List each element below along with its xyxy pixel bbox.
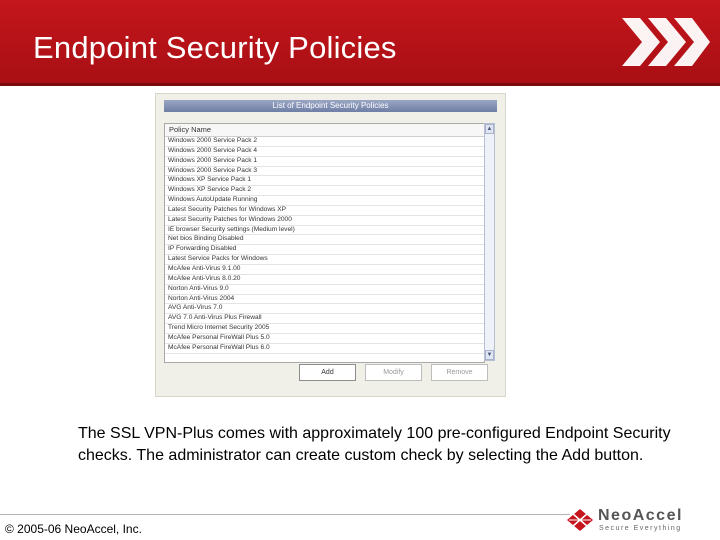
slide-title: Endpoint Security Policies (33, 30, 397, 65)
policy-list-item[interactable]: McAfee Anti-Virus 8.0.20 (165, 275, 484, 285)
policy-list-item[interactable]: Windows AutoUpdate Running (165, 196, 484, 206)
policy-list-item[interactable]: Trend Micro Internet Security 2005 (165, 324, 484, 334)
policy-list-item[interactable]: AVG 7.0 Anti-Virus Plus Firewall (165, 314, 484, 325)
logo-tagline: Secure Everything (599, 525, 682, 532)
policy-list-item[interactable]: Norton Anti-Virus 9.0 (165, 285, 484, 295)
slide-header: Endpoint Security Policies (0, 0, 720, 86)
policy-list-item[interactable]: Windows 2000 Service Pack 1 (165, 157, 484, 167)
remove-button[interactable]: Remove (431, 364, 488, 381)
policy-list-item[interactable]: IE browser Security settings (Medium lev… (165, 226, 484, 236)
policy-list-item[interactable]: Windows 2000 Service Pack 4 (165, 147, 484, 157)
policy-list-item[interactable]: Windows XP Service Pack 2 (165, 186, 484, 197)
policy-list-scrollbar[interactable]: ▲ ▼ (484, 123, 495, 361)
policy-list-item[interactable]: AVG Anti-Virus 7.0 (165, 304, 484, 315)
policy-list-item[interactable]: Net bios Binding Disabled (165, 235, 484, 246)
policy-list-item[interactable]: McAfee Anti-Virus 9.1.00 (165, 265, 484, 275)
endpoint-policies-dialog: List of Endpoint Security Policies Polic… (155, 93, 506, 397)
policy-list-item[interactable]: McAfee Personal FireWall Plus 5.0 (165, 334, 484, 344)
logo-wordmark: NeoAccel (598, 507, 683, 524)
policy-list-item[interactable]: Windows XP Service Pack 1 (165, 176, 484, 187)
policy-name-column-header[interactable]: Policy Name (165, 124, 484, 137)
slide-caption: The SSL VPN-Plus comes with approximatel… (78, 425, 671, 464)
dialog-title: List of Endpoint Security Policies (164, 100, 497, 112)
footer-divider (0, 514, 570, 515)
policy-list-item[interactable]: IP Forwarding Disabled (165, 245, 484, 256)
policy-list[interactable]: Policy Name Windows 2000 Service Pack 2W… (164, 123, 485, 363)
policy-list-item[interactable]: Latest Security Patches for Windows 2000 (165, 216, 484, 226)
policy-list-item[interactable]: Latest Security Patches for Windows XP (165, 206, 484, 216)
policy-list-item[interactable]: Windows 2000 Service Pack 2 (165, 137, 484, 147)
modify-button[interactable]: Modify (365, 364, 422, 381)
scroll-up-icon[interactable]: ▲ (485, 124, 494, 134)
chevron-arrows-icon (622, 18, 710, 66)
add-button[interactable]: Add (299, 364, 356, 381)
logo-diamond-icon (567, 509, 593, 531)
policy-list-item[interactable]: McAfee Personal FireWall Plus 6.0 (165, 344, 484, 354)
neoaccel-logo: NeoAccel Secure Everything (565, 505, 715, 537)
scroll-down-icon[interactable]: ▼ (485, 350, 494, 360)
policy-list-item[interactable]: Latest Service Packs for Windows (165, 255, 484, 265)
copyright-text: © 2005-06 NeoAccel, Inc. (5, 522, 142, 536)
policy-list-item[interactable]: Norton Anti-Virus 2004 (165, 295, 484, 305)
policy-list-item[interactable]: Windows 2000 Service Pack 3 (165, 167, 484, 177)
